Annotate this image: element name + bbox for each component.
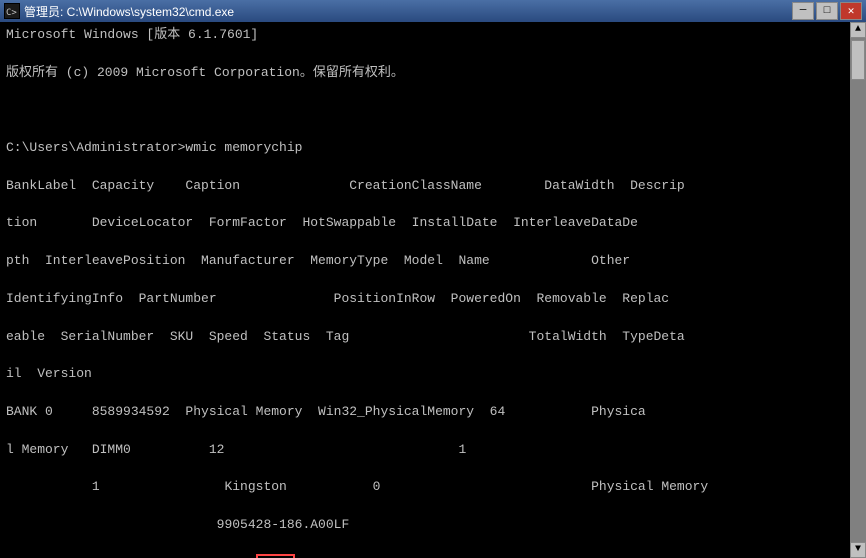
line-4: C:\Users\Administrator>wmic memorychip: [6, 139, 860, 158]
scroll-up-button[interactable]: ▲: [850, 22, 866, 38]
line-11: BANK 0 8589934592 Physical Memory Win32_…: [6, 403, 860, 422]
cmd-output: Microsoft Windows [版本 6.1.7601] 版权所有 (c)…: [6, 26, 860, 558]
title-bar: C> 管理员: C:\Windows\system32\cmd.exe ─ □ …: [0, 0, 866, 22]
line-10: il Version: [6, 365, 860, 384]
line-2: 版权所有 (c) 2009 Microsoft Corporation。保留所有…: [6, 64, 860, 83]
line-3: [6, 101, 860, 120]
line-6: tion DeviceLocator FormFactor HotSwappab…: [6, 214, 860, 233]
scroll-track: [850, 38, 866, 542]
line-5: BankLabel Capacity Caption CreationClass…: [6, 177, 860, 196]
speed1-highlight: 1600: [256, 554, 295, 558]
title-text: 管理员: C:\Windows\system32\cmd.exe: [24, 3, 788, 20]
line-7: pth InterleavePosition Manufacturer Memo…: [6, 252, 860, 271]
line-12: l Memory DIMM0 12 1: [6, 441, 860, 460]
scroll-thumb[interactable]: [851, 40, 865, 80]
line-14: 9905428-186.A00LF: [6, 516, 860, 535]
close-button[interactable]: ✕: [840, 2, 862, 20]
scroll-down-button[interactable]: ▼: [850, 542, 866, 558]
svg-text:C>: C>: [6, 8, 17, 18]
line-8: IdentifyingInfo PartNumber PositionInRow…: [6, 290, 860, 309]
line-1: Microsoft Windows [版本 6.1.7601]: [6, 26, 860, 45]
cmd-content: Microsoft Windows [版本 6.1.7601] 版权所有 (c)…: [0, 22, 866, 558]
minimize-button[interactable]: ─: [792, 2, 814, 20]
line-9: eable SerialNumber SKU Speed Status Tag …: [6, 328, 860, 347]
line-15: 1709F75A 1600 Physical Memory 0 64 128: [6, 554, 860, 558]
cmd-icon: C>: [4, 3, 20, 19]
scrollbar[interactable]: ▲ ▼: [850, 22, 866, 558]
line-13: 1 Kingston 0 Physical Memory: [6, 478, 860, 497]
window-controls: ─ □ ✕: [792, 2, 862, 20]
cmd-window: C> 管理员: C:\Windows\system32\cmd.exe ─ □ …: [0, 0, 866, 558]
maximize-button[interactable]: □: [816, 2, 838, 20]
